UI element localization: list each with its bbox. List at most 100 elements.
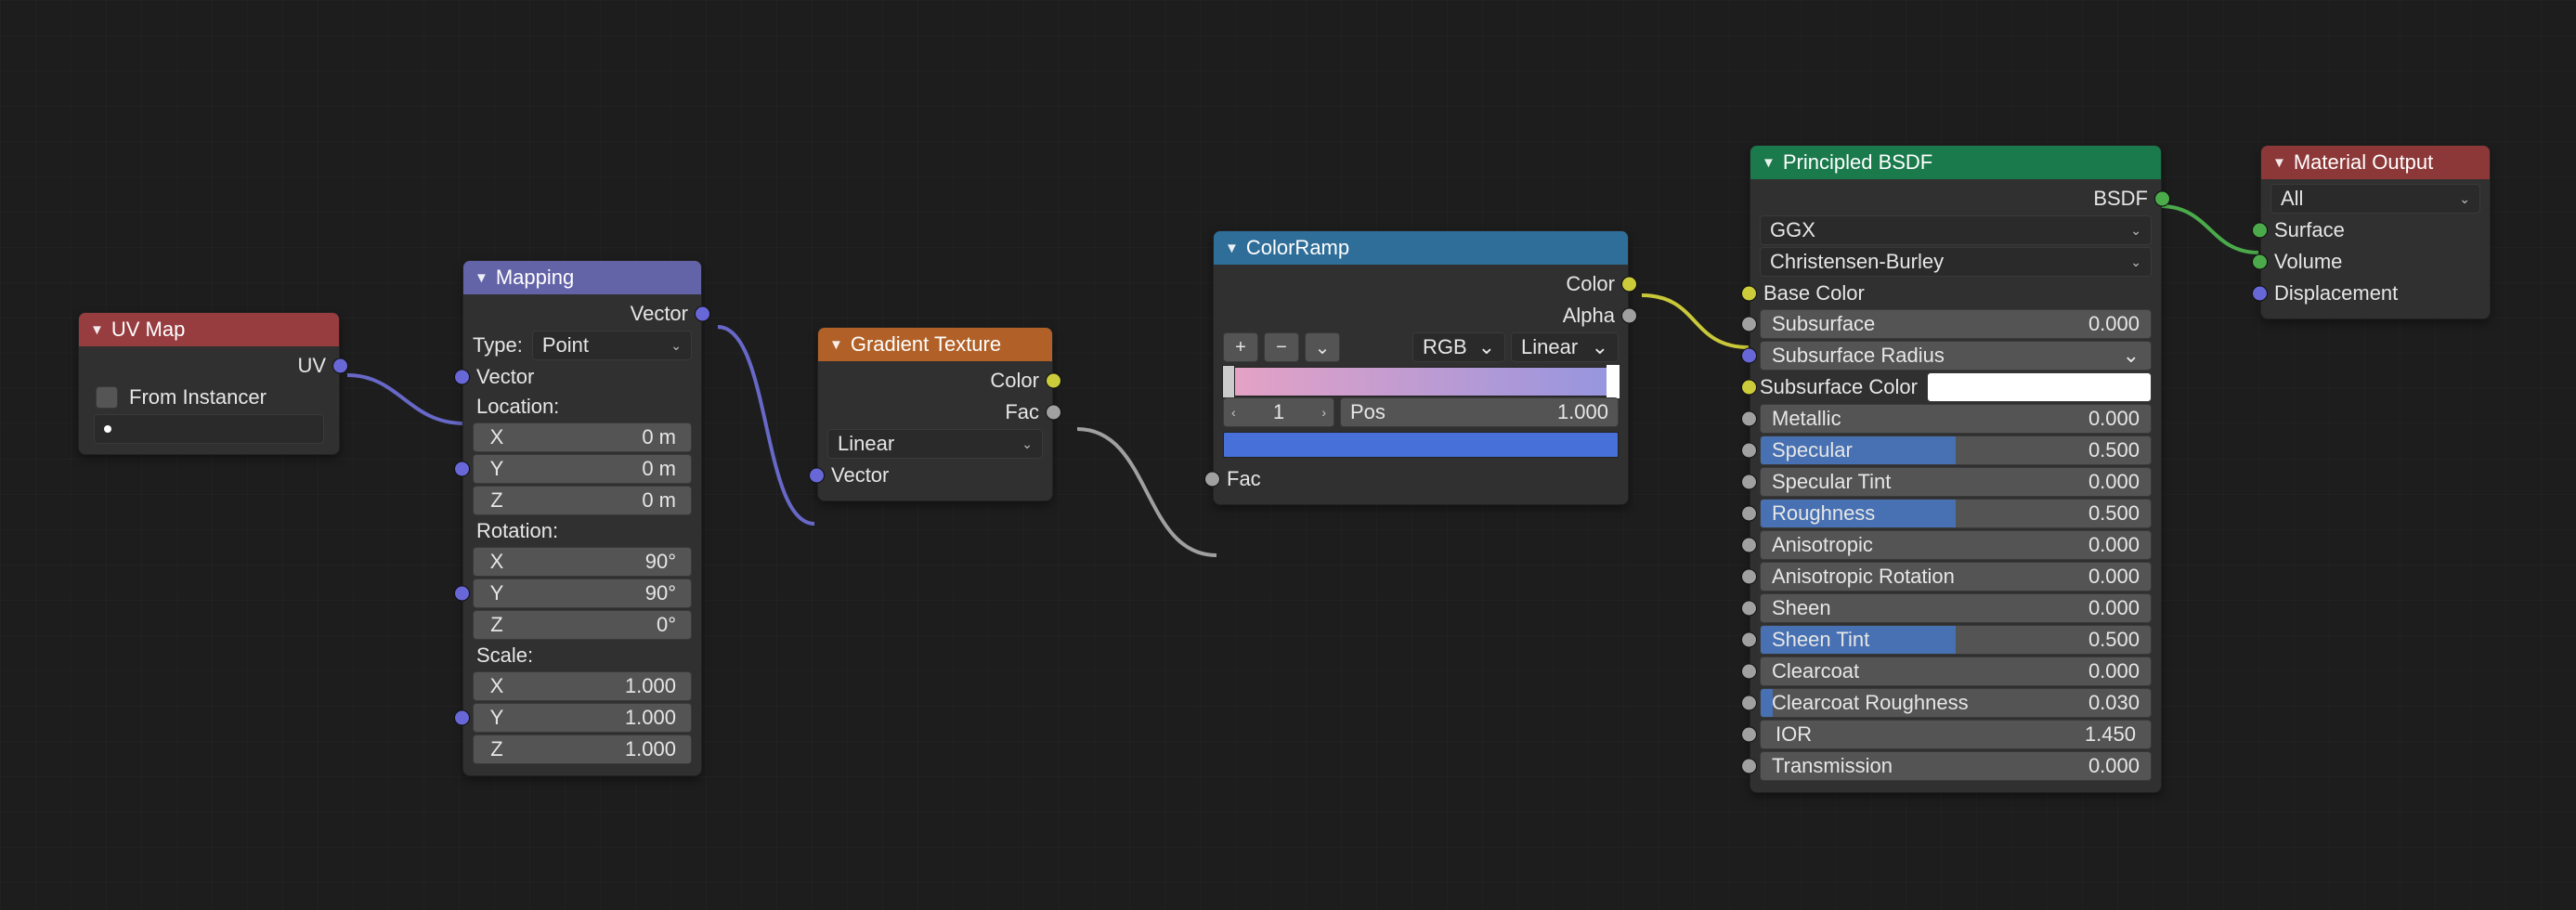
- socket-in-vector[interactable]: [454, 370, 470, 385]
- slider-metallic[interactable]: Metallic0.000: [1760, 404, 2152, 434]
- socket-in-scale[interactable]: [454, 710, 470, 726]
- socket-in-subsurface-color[interactable]: [1741, 380, 1757, 396]
- chevron-right-icon[interactable]: ›: [1321, 405, 1326, 420]
- node-header-uv-map[interactable]: ▼ UV Map: [79, 313, 339, 346]
- uvmap-field[interactable]: [94, 414, 324, 444]
- node-material-output[interactable]: ▼ Material Output All ⌄ Surface Volume D…: [2260, 145, 2491, 319]
- socket-in-transmission[interactable]: [1741, 759, 1757, 774]
- num-scale-z[interactable]: Z1.000: [473, 734, 692, 764]
- ramp-remove-button[interactable]: −: [1264, 332, 1299, 362]
- chevron-left-icon[interactable]: ‹: [1231, 405, 1236, 420]
- swatch-subsurface-color[interactable]: [1927, 372, 2152, 402]
- slider-subsurface[interactable]: Subsurface0.000: [1760, 309, 2152, 339]
- socket-in-anisotropic[interactable]: [1741, 538, 1757, 553]
- slider-transmission[interactable]: Transmission0.000: [1760, 751, 2152, 781]
- socket-label-vector-in: Vector: [476, 365, 534, 389]
- socket-out-bsdf[interactable]: [2154, 191, 2170, 207]
- socket-out-alpha[interactable]: [1621, 308, 1637, 324]
- num-location-z[interactable]: Z0 m: [473, 486, 692, 515]
- socket-out-color[interactable]: [1621, 277, 1637, 292]
- socket-in-surface[interactable]: [2252, 223, 2268, 239]
- ramp-menu-button[interactable]: ⌄: [1305, 332, 1340, 362]
- node-principled-bsdf[interactable]: ▼ Principled BSDF BSDF GGX ⌄ Christensen…: [1750, 145, 2162, 793]
- node-gradient-texture[interactable]: ▼ Gradient Texture Color Fac Linear ⌄ Ve…: [817, 327, 1053, 501]
- num-rotation-z[interactable]: Z0°: [473, 610, 692, 640]
- node-header-output[interactable]: ▼ Material Output: [2261, 146, 2490, 179]
- slider-specular-tint[interactable]: Specular Tint0.000: [1760, 467, 2152, 497]
- collapse-icon[interactable]: ▼: [475, 270, 488, 286]
- socket-in-subsurface[interactable]: [1741, 317, 1757, 332]
- slider-anisotropic[interactable]: Anisotropic0.000: [1760, 530, 2152, 560]
- socket-in-fac[interactable]: [1204, 472, 1220, 488]
- node-header-colorramp[interactable]: ▼ ColorRamp: [1214, 231, 1628, 265]
- node-title: Gradient Texture: [851, 332, 1001, 357]
- slider-clearcoat[interactable]: Clearcoat0.000: [1760, 656, 2152, 686]
- ramp-index-field[interactable]: ‹ 1 ›: [1223, 397, 1334, 427]
- slider-anisotropic-rotation[interactable]: Anisotropic Rotation0.000: [1760, 562, 2152, 592]
- socket-in-roughness[interactable]: [1741, 506, 1757, 522]
- slider-sheen-tint[interactable]: Sheen Tint0.500: [1760, 625, 2152, 655]
- select-distribution[interactable]: GGX ⌄: [1760, 215, 2152, 245]
- socket-in-displacement[interactable]: [2252, 286, 2268, 302]
- node-uv-map[interactable]: ▼ UV Map UV From Instancer: [78, 312, 340, 455]
- socket-label-color: Color: [1566, 272, 1615, 296]
- socket-in-specular[interactable]: [1741, 443, 1757, 459]
- socket-in-ior[interactable]: [1741, 727, 1757, 743]
- node-header-mapping[interactable]: ▼ Mapping: [463, 261, 701, 294]
- socket-in-subsurface-radius[interactable]: [1741, 348, 1757, 364]
- node-header-bsdf[interactable]: ▼ Principled BSDF: [1750, 146, 2161, 179]
- socket-out-uv[interactable]: [332, 358, 348, 374]
- collapse-icon[interactable]: ▼: [2272, 155, 2286, 171]
- field-ior[interactable]: IOR1.450: [1760, 720, 2152, 749]
- slider-roughness[interactable]: Roughness0.500: [1760, 499, 2152, 528]
- slider-clearcoat-roughness[interactable]: Clearcoat Roughness0.030: [1760, 688, 2152, 718]
- node-mapping[interactable]: ▼ Mapping Vector Type: Point ⌄ Vector Lo…: [462, 260, 702, 776]
- collapse-icon[interactable]: ▼: [1762, 155, 1776, 171]
- num-scale-y[interactable]: Y1.000: [473, 703, 692, 733]
- socket-out-color[interactable]: [1046, 373, 1061, 389]
- num-location-x[interactable]: X0 m: [473, 422, 692, 452]
- socket-in-location[interactable]: [454, 462, 470, 477]
- checkbox-from-instancer[interactable]: [96, 386, 118, 409]
- num-rotation-x[interactable]: X90°: [473, 547, 692, 577]
- label-from-instancer: From Instancer: [129, 385, 267, 410]
- socket-in-metallic[interactable]: [1741, 411, 1757, 427]
- select-interpolation[interactable]: Linear ⌄: [1511, 332, 1619, 362]
- ramp-add-button[interactable]: +: [1223, 332, 1258, 362]
- select-color-mode[interactable]: RGB ⌄: [1412, 332, 1505, 362]
- slider-sheen[interactable]: Sheen0.000: [1760, 593, 2152, 623]
- socket-out-fac[interactable]: [1046, 405, 1061, 421]
- num-location-y[interactable]: Y0 m: [473, 454, 692, 484]
- socket-in-rotation[interactable]: [454, 586, 470, 602]
- socket-out-vector[interactable]: [695, 306, 710, 322]
- select-target[interactable]: All ⌄: [2270, 184, 2480, 214]
- select-subsurf-method[interactable]: Christensen-Burley ⌄: [1760, 247, 2152, 277]
- socket-in-sheen-tint[interactable]: [1741, 632, 1757, 648]
- num-rotation-y[interactable]: Y90°: [473, 578, 692, 608]
- select-type[interactable]: Point ⌄: [532, 331, 692, 360]
- socket-in-specular-tint[interactable]: [1741, 474, 1757, 490]
- socket-in-base-color[interactable]: [1741, 286, 1757, 302]
- ramp-stop-0[interactable]: [1222, 365, 1235, 398]
- socket-in-vector[interactable]: [809, 468, 825, 484]
- socket-label-surface: Surface: [2274, 218, 2345, 242]
- node-colorramp[interactable]: ▼ ColorRamp Color Alpha + − ⌄ RGB ⌄ Line…: [1213, 230, 1629, 505]
- socket-in-volume[interactable]: [2252, 254, 2268, 270]
- field-subsurface-radius[interactable]: Subsurface Radius⌄: [1760, 341, 2152, 370]
- select-gradient-mode[interactable]: Linear ⌄: [827, 429, 1043, 459]
- collapse-icon[interactable]: ▼: [829, 337, 843, 353]
- ramp-color-swatch[interactable]: [1223, 432, 1619, 458]
- slider-specular[interactable]: Specular0.500: [1760, 436, 2152, 465]
- socket-in-clearcoat[interactable]: [1741, 664, 1757, 680]
- socket-in-anisotropic-rotation[interactable]: [1741, 569, 1757, 585]
- collapse-icon[interactable]: ▼: [1225, 240, 1239, 256]
- node-header-gradient[interactable]: ▼ Gradient Texture: [818, 328, 1052, 361]
- collapse-icon[interactable]: ▼: [90, 322, 104, 338]
- chevron-down-icon: ⌄: [1592, 335, 1608, 359]
- ramp-gradient[interactable]: [1223, 367, 1619, 396]
- socket-in-clearcoat-roughness[interactable]: [1741, 696, 1757, 711]
- num-scale-x[interactable]: X1.000: [473, 671, 692, 701]
- ramp-pos-field[interactable]: Pos 1.000: [1340, 397, 1619, 427]
- socket-in-sheen[interactable]: [1741, 601, 1757, 617]
- ramp-stop-1[interactable]: [1607, 365, 1620, 398]
